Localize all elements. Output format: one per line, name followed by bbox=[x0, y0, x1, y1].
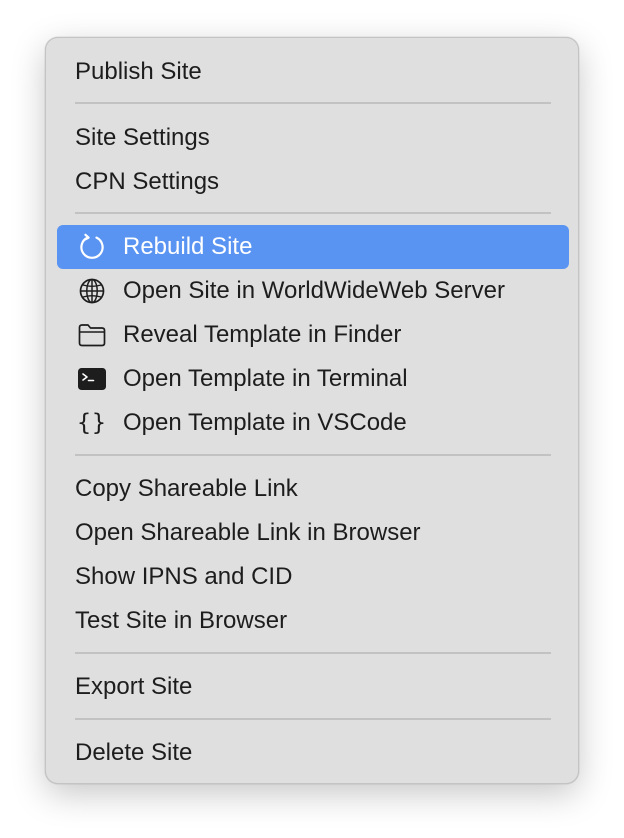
refresh-icon bbox=[77, 233, 107, 261]
terminal-icon bbox=[77, 365, 107, 393]
screen: Publish Site Site Settings CPN Settings … bbox=[0, 0, 624, 838]
menu-separator bbox=[75, 454, 551, 456]
menu-item-label: Reveal Template in Finder bbox=[123, 321, 402, 348]
menu-item-label: Copy Shareable Link bbox=[75, 475, 298, 502]
menu-item-open-template-in-vscode[interactable]: {} Open Template in VSCode bbox=[57, 401, 569, 445]
menu-item-label: Show IPNS and CID bbox=[75, 563, 293, 590]
menu-item-label: CPN Settings bbox=[75, 168, 220, 195]
menu-item-show-ipns-and-cid[interactable]: Show IPNS and CID bbox=[57, 555, 569, 599]
menu-item-label: Publish Site bbox=[75, 58, 202, 85]
menu-item-rebuild-site[interactable]: Rebuild Site bbox=[57, 225, 569, 269]
menu-item-label: Site Settings bbox=[75, 124, 210, 151]
menu-item-publish-site[interactable]: Publish Site bbox=[57, 50, 569, 94]
folder-icon bbox=[77, 321, 107, 349]
context-menu: Publish Site Site Settings CPN Settings … bbox=[45, 37, 579, 784]
menu-item-open-shareable-link-in-browser[interactable]: Open Shareable Link in Browser bbox=[57, 511, 569, 555]
globe-icon bbox=[77, 277, 107, 305]
menu-item-label: Export Site bbox=[75, 673, 193, 700]
menu-separator bbox=[75, 718, 551, 720]
menu-separator bbox=[75, 102, 551, 104]
menu-item-label: Open Template in Terminal bbox=[123, 365, 408, 392]
menu-item-label: Delete Site bbox=[75, 739, 193, 766]
menu-item-export-site[interactable]: Export Site bbox=[57, 665, 569, 709]
menu-item-test-site-in-browser[interactable]: Test Site in Browser bbox=[57, 599, 569, 643]
menu-item-cpn-settings[interactable]: CPN Settings bbox=[57, 160, 569, 204]
menu-item-delete-site[interactable]: Delete Site bbox=[57, 731, 569, 775]
menu-item-site-settings[interactable]: Site Settings bbox=[57, 116, 569, 160]
menu-item-open-template-in-terminal[interactable]: Open Template in Terminal bbox=[57, 357, 569, 401]
menu-item-label: Open Shareable Link in Browser bbox=[75, 519, 421, 546]
menu-item-label: Test Site in Browser bbox=[75, 607, 288, 634]
menu-item-copy-shareable-link[interactable]: Copy Shareable Link bbox=[57, 467, 569, 511]
menu-item-label: Rebuild Site bbox=[123, 233, 253, 260]
menu-item-reveal-template-in-finder[interactable]: Reveal Template in Finder bbox=[57, 313, 569, 357]
menu-separator bbox=[75, 212, 551, 214]
menu-item-label: Open Template in VSCode bbox=[123, 409, 407, 436]
menu-item-open-site-in-server[interactable]: Open Site in WorldWideWeb Server bbox=[57, 269, 569, 313]
curly-braces-icon: {} bbox=[77, 410, 107, 436]
menu-item-label: Open Site in WorldWideWeb Server bbox=[123, 277, 505, 304]
menu-separator bbox=[75, 652, 551, 654]
